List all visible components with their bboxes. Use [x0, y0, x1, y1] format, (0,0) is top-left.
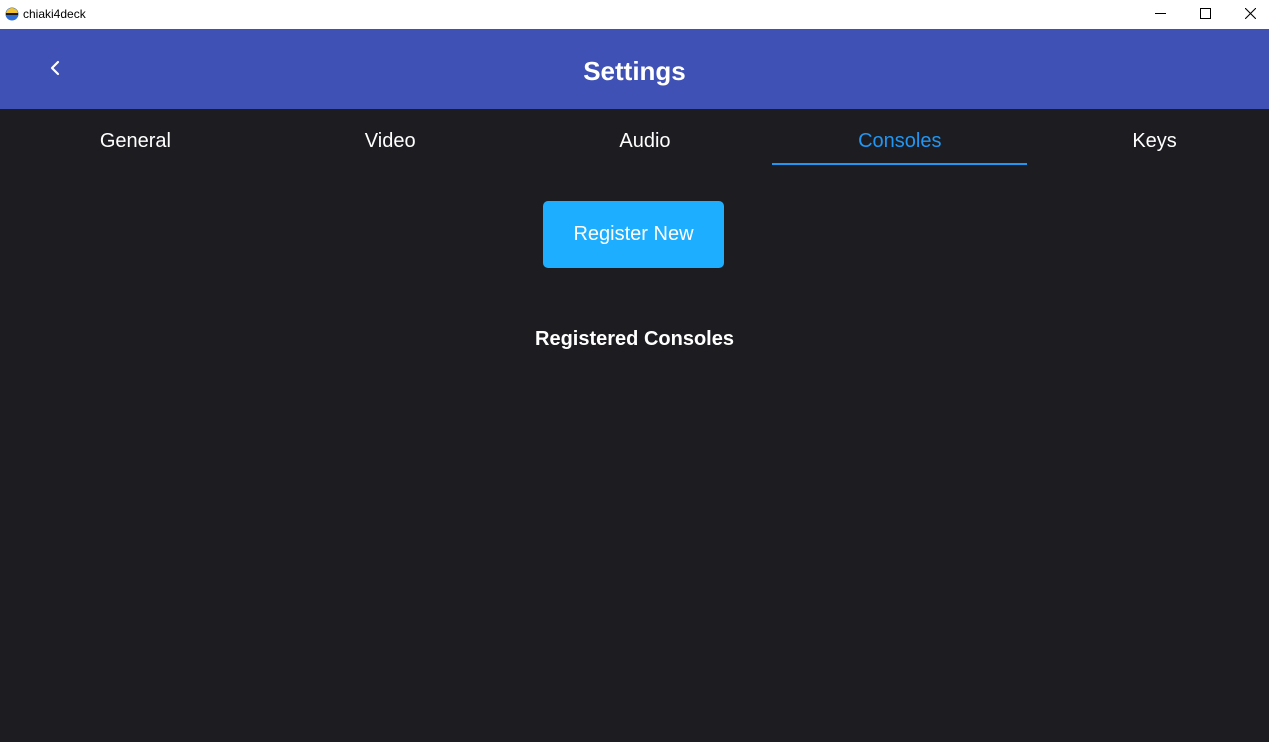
maximize-icon: [1200, 6, 1211, 24]
close-window-button[interactable]: [1228, 0, 1269, 29]
close-icon: [1244, 6, 1257, 24]
registered-consoles-heading: Registered Consoles: [535, 328, 734, 350]
minimize-button[interactable]: [1138, 0, 1183, 29]
tab-general[interactable]: General: [8, 109, 263, 165]
tab-consoles[interactable]: Consoles: [772, 109, 1027, 165]
tab-video[interactable]: Video: [263, 109, 518, 165]
window-title: chiaki4deck: [23, 7, 86, 21]
app-logo-icon: [5, 7, 19, 21]
page-title: Settings: [583, 56, 686, 86]
register-new-button[interactable]: Register New: [543, 201, 724, 268]
app-header: Settings: [0, 29, 1269, 109]
settings-tab-bar: General Video Audio Consoles Keys: [8, 109, 1269, 165]
maximize-button[interactable]: [1183, 0, 1228, 29]
tab-audio[interactable]: Audio: [518, 109, 773, 165]
tab-keys[interactable]: Keys: [1027, 109, 1269, 165]
minimize-icon: [1155, 6, 1166, 24]
window-titlebar: chiaki4deck: [0, 0, 1269, 29]
